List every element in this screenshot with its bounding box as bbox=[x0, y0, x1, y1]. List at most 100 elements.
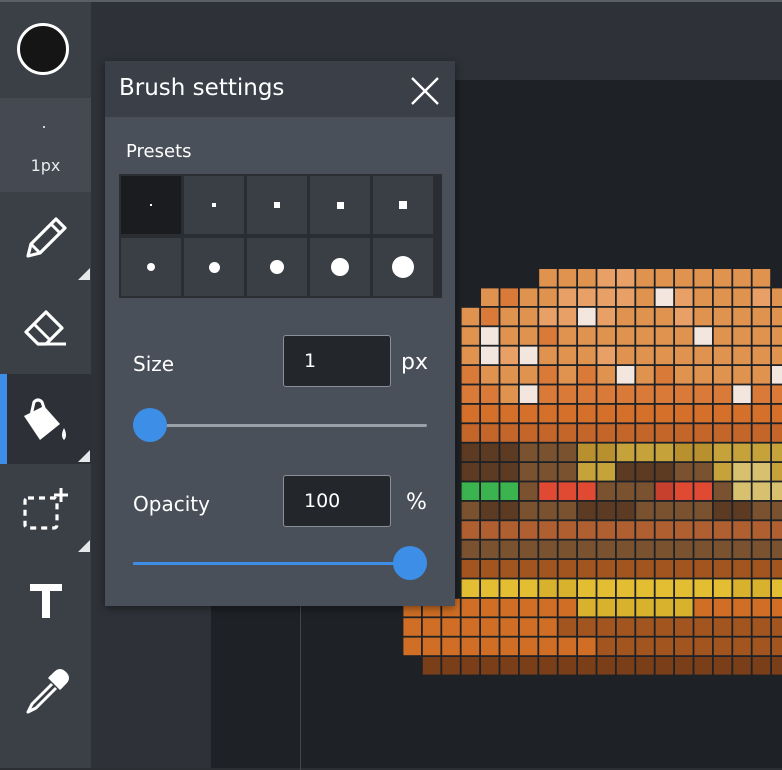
canvas-pixel bbox=[752, 501, 771, 520]
canvas-pixel bbox=[461, 501, 480, 520]
canvas-pixel bbox=[539, 637, 557, 656]
canvas-pixel bbox=[616, 346, 635, 365]
canvas-pixel bbox=[500, 521, 518, 539]
eraser-tool[interactable] bbox=[0, 282, 91, 372]
canvas-pixel bbox=[772, 618, 782, 636]
brush-size-label: 1px bbox=[30, 156, 61, 175]
canvas-pixel bbox=[636, 637, 654, 656]
canvas-pixel bbox=[772, 385, 782, 403]
canvas-pixel bbox=[694, 521, 712, 539]
canvas-pixel bbox=[558, 501, 577, 520]
size-slider[interactable] bbox=[133, 408, 427, 442]
canvas-pixel bbox=[578, 540, 596, 559]
select-tool[interactable] bbox=[0, 464, 91, 554]
canvas-pixel bbox=[481, 288, 499, 306]
canvas-pixel bbox=[539, 618, 557, 636]
canvas-pixel bbox=[578, 346, 596, 365]
eyedropper-tool[interactable] bbox=[0, 646, 91, 736]
size-input[interactable]: 1 bbox=[283, 335, 391, 387]
fill-tool[interactable] bbox=[0, 374, 91, 464]
pencil-tool[interactable] bbox=[0, 192, 91, 282]
brush-preset-dot bbox=[336, 201, 344, 209]
canvas-pixel bbox=[675, 385, 693, 403]
canvas-pixel bbox=[772, 366, 782, 384]
canvas-pixel bbox=[752, 579, 771, 597]
canvas-pixel bbox=[655, 288, 674, 306]
canvas-pixel bbox=[733, 327, 751, 345]
canvas-pixel bbox=[772, 288, 782, 306]
canvas-pixel bbox=[519, 463, 538, 481]
canvas-pixel bbox=[597, 385, 615, 403]
brush-preset-dot bbox=[331, 258, 349, 276]
brush-preset[interactable] bbox=[184, 176, 244, 234]
canvas-pixel bbox=[597, 463, 615, 481]
canvas-pixel bbox=[675, 463, 693, 481]
canvas-pixel bbox=[694, 443, 712, 462]
brush-preset[interactable] bbox=[247, 176, 307, 234]
brush-size-button[interactable]: 1px bbox=[0, 98, 91, 192]
canvas-pixel bbox=[675, 560, 693, 578]
canvas-pixel bbox=[675, 424, 693, 442]
close-button[interactable] bbox=[405, 71, 445, 111]
canvas-pixel bbox=[616, 404, 635, 423]
canvas-pixel bbox=[558, 288, 577, 306]
canvas-pixel bbox=[500, 443, 518, 462]
canvas-pixel bbox=[733, 501, 751, 520]
canvas-pixel bbox=[772, 463, 782, 481]
canvas-pixel bbox=[481, 385, 499, 403]
canvas-pixel bbox=[442, 657, 460, 675]
canvas-pixel bbox=[694, 327, 712, 345]
brush-preset[interactable] bbox=[373, 176, 433, 234]
canvas-pixel bbox=[597, 657, 615, 675]
canvas-pixel bbox=[597, 501, 615, 520]
slider-thumb[interactable] bbox=[393, 546, 427, 580]
canvas-pixel bbox=[578, 385, 596, 403]
brush-preset[interactable] bbox=[310, 238, 370, 296]
canvas-pixel bbox=[752, 327, 771, 345]
brush-preset[interactable] bbox=[247, 238, 307, 296]
canvas-pixel bbox=[733, 463, 751, 481]
canvas-pixel bbox=[636, 482, 654, 500]
canvas-pixel bbox=[733, 521, 751, 539]
canvas-pixel bbox=[500, 618, 518, 636]
canvas-pixel bbox=[694, 482, 712, 500]
canvas-pixel bbox=[772, 327, 782, 345]
canvas-pixel bbox=[481, 482, 499, 500]
canvas-pixel bbox=[461, 366, 480, 384]
canvas-pixel bbox=[752, 482, 771, 500]
canvas-pixel bbox=[519, 307, 538, 326]
canvas-pixel bbox=[539, 657, 557, 675]
canvas-pixel bbox=[461, 482, 480, 500]
canvas-pixel bbox=[655, 404, 674, 423]
brush-preset[interactable] bbox=[121, 238, 181, 296]
brush-preset[interactable] bbox=[310, 176, 370, 234]
pencil-icon bbox=[26, 217, 67, 258]
text-tool[interactable] bbox=[0, 554, 91, 644]
opacity-slider[interactable] bbox=[133, 546, 427, 580]
canvas-pixel bbox=[481, 463, 499, 481]
eyedropper-icon bbox=[26, 669, 69, 714]
canvas-pixel bbox=[675, 404, 693, 423]
slider-thumb[interactable] bbox=[133, 408, 167, 442]
primary-color-swatch[interactable] bbox=[17, 23, 69, 75]
canvas-pixel bbox=[403, 637, 421, 656]
canvas-pixel bbox=[694, 618, 712, 636]
canvas-pixel bbox=[481, 540, 499, 559]
opacity-input[interactable]: 100 bbox=[283, 475, 391, 527]
canvas-pixel bbox=[733, 307, 751, 326]
canvas-pixel bbox=[616, 288, 635, 306]
canvas-pixel bbox=[558, 385, 577, 403]
brush-preset[interactable] bbox=[184, 238, 244, 296]
canvas-pixel bbox=[539, 288, 557, 306]
color-picker-button[interactable] bbox=[0, 2, 91, 98]
canvas-pixel bbox=[675, 618, 693, 636]
canvas-pixel bbox=[733, 346, 751, 365]
canvas-pixel bbox=[636, 540, 654, 559]
canvas-pixel bbox=[539, 424, 557, 442]
canvas-pixel bbox=[519, 366, 538, 384]
brush-preset[interactable] bbox=[121, 176, 181, 234]
canvas-pixel bbox=[655, 424, 674, 442]
opacity-unit: % bbox=[406, 490, 427, 515]
brush-preset[interactable] bbox=[373, 238, 433, 296]
canvas-pixel bbox=[481, 327, 499, 345]
